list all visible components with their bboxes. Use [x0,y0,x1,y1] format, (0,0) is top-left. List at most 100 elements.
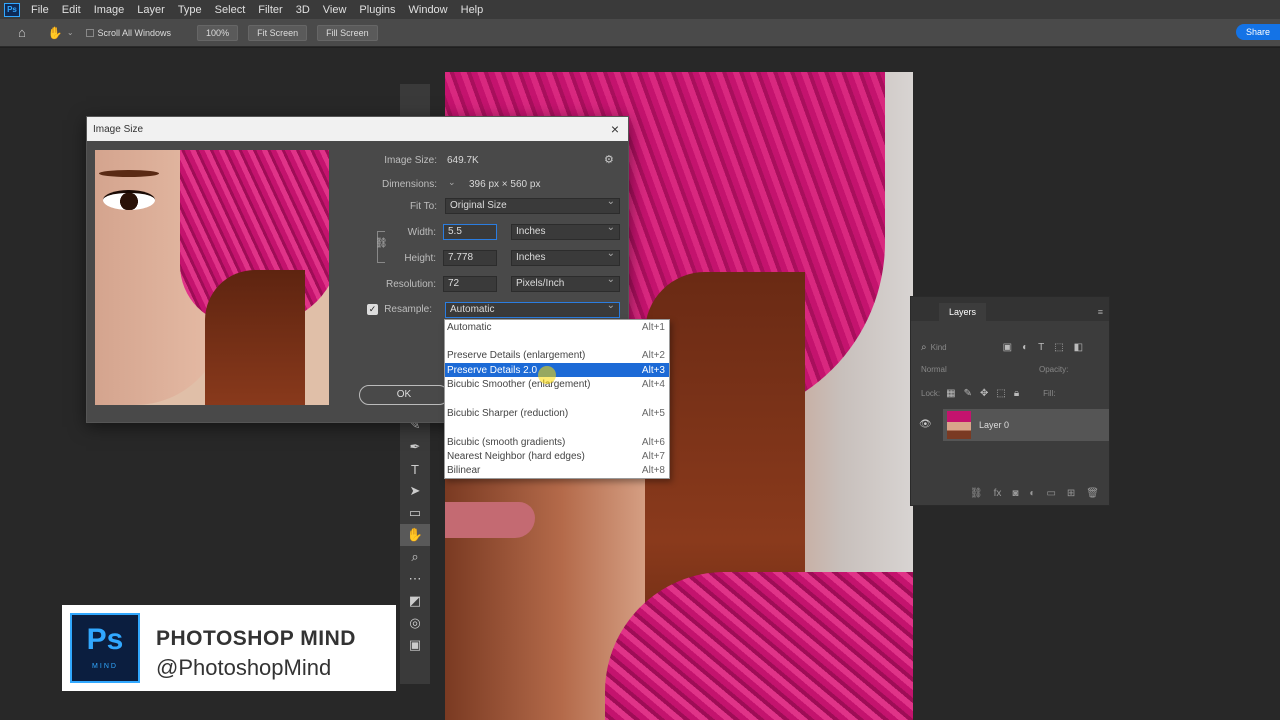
lock-transparent-icon[interactable]: ▦ [946,388,955,399]
ok-button[interactable]: OK [359,385,449,405]
lock-artboard-icon[interactable]: ⬚ [996,388,1005,399]
option-shortcut: Alt+7 [641,450,665,462]
layer-thumbnail [947,411,971,439]
preview-brow-shape [99,170,159,177]
scroll-all-windows-label: Scroll All Windows [97,27,172,38]
opacity-label: Opacity: [1039,364,1069,374]
option-label: Automatic [447,321,492,333]
option-shortcut: Alt+2 [641,349,665,361]
dimensions-chevron-icon[interactable]: ⌄ [448,177,456,188]
filter-type-icon[interactable]: T [1038,342,1044,353]
canvas-lips-shape [445,502,535,538]
resolution-input[interactable]: 72 [443,276,497,292]
layers-panel: Layers ≡ ⌕ Kind ▣ ◐ T ⬚ ◧ Normal Opacity… [910,296,1110,506]
resample-option-nearest-neighbor[interactable]: Nearest Neighbor (hard edges) Alt+7 [445,449,669,463]
rectangle-tool-icon[interactable]: ▭ [400,502,430,524]
option-label: Preserve Details 2.0 [447,364,538,376]
filter-shape-icon[interactable]: ⬚ [1054,342,1063,353]
width-input[interactable]: 5.5 [443,224,497,240]
more-tools-icon[interactable]: ⋯ [400,568,430,590]
dimensions-label: Dimensions: [381,179,437,190]
link-icon[interactable]: ⛓ [375,238,388,249]
resample-option-bilinear[interactable]: Bilinear Alt+8 [445,463,669,477]
resample-label: Resample: [384,304,432,315]
brand-watermark: Ps MIND PHOTOSHOP MIND @PhotoshopMind [62,605,396,691]
menu-type[interactable]: Type [173,4,210,16]
resample-option-preserve-details[interactable]: Preserve Details (enlargement) Alt+2 [445,348,669,362]
new-group-icon[interactable]: ▭ [1046,488,1055,499]
color-swatches-icon[interactable]: ◩ [400,590,430,612]
resample-option-bicubic-sharper[interactable]: Bicubic Sharper (reduction) Alt+5 [445,406,669,420]
height-unit-select[interactable]: Inches [511,248,620,266]
resample-select[interactable]: Automatic [445,300,620,318]
gear-icon[interactable]: ⚙ [604,153,614,166]
menu-file[interactable]: File [26,4,57,16]
fit-to-select[interactable]: Original Size [445,196,620,214]
option-label: Bicubic Sharper (reduction) [447,407,569,419]
width-unit-select[interactable]: Inches [511,222,620,240]
photoshop-logo-icon[interactable]: Ps [4,2,20,17]
close-icon[interactable]: × [602,121,628,137]
image-preview[interactable] [95,150,329,405]
brand-logo-subtext: MIND [92,663,118,670]
height-input[interactable]: 7.778 [443,250,497,266]
menu-3d[interactable]: 3D [291,4,318,16]
fx-icon[interactable]: fx [994,488,1002,499]
blend-mode-select[interactable]: Normal [921,365,1011,374]
screen-mode-icon[interactable]: ▣ [400,634,430,656]
type-tool-icon[interactable]: T [400,458,430,480]
brand-handle: @PhotoshopMind [156,655,332,680]
lock-all-icon[interactable]: 🔒︎ [1014,388,1019,399]
menu-image[interactable]: Image [89,4,133,16]
fit-screen-button[interactable]: Fit Screen [248,24,308,41]
fit-to-label: Fit To: [409,201,437,212]
menu-help[interactable]: Help [456,4,492,16]
resample-option-bicubic-smoother[interactable]: Bicubic Smoother (enlargement) Alt+4 [445,377,669,391]
menu-view[interactable]: View [318,4,355,16]
menu-filter[interactable]: Filter [253,4,290,16]
pen-tool-icon[interactable]: ✒ [400,436,430,458]
path-selection-tool-icon[interactable]: ➤ [400,480,430,502]
visibility-eye-icon[interactable]: 👁︎ [919,419,932,430]
quick-mask-icon[interactable]: ◎ [400,612,430,634]
image-size-value: 649.7K [447,155,479,166]
menu-plugins[interactable]: Plugins [354,4,403,16]
new-layer-icon[interactable]: ⊞ [1067,488,1075,499]
filter-smart-object-icon[interactable]: ◧ [1074,342,1083,353]
link-layers-icon[interactable]: ⛓ [970,488,983,499]
zoom-tool-icon[interactable]: ⌕ [400,546,430,568]
fill-screen-button[interactable]: Fill Screen [317,24,378,41]
scroll-all-windows-checkbox[interactable] [85,28,94,37]
layer-name: Layer 0 [979,420,1010,430]
layer-kind-filter[interactable]: Kind [931,343,991,352]
resample-option-bicubic[interactable]: Bicubic (smooth gradients) Alt+6 [445,435,669,449]
menu-edit[interactable]: Edit [57,4,89,16]
hand-tool-icon[interactable]: ✋ [48,26,63,40]
option-label: Nearest Neighbor (hard edges) [447,450,585,462]
option-shortcut: Alt+5 [641,407,665,419]
resample-option-preserve-details-2[interactable]: Preserve Details 2.0 Alt+3 [445,363,669,377]
share-button[interactable]: Share [1235,24,1280,40]
menu-layer[interactable]: Layer [132,4,173,16]
add-mask-icon[interactable]: ◙ [1012,488,1018,499]
option-shortcut: Alt+1 [641,321,665,333]
delete-layer-icon[interactable]: 🗑︎ [1086,488,1099,499]
preview-eye-shape [103,190,155,210]
menu-select[interactable]: Select [210,4,254,16]
home-icon[interactable]: ⌂ [18,25,26,40]
zoom-100-button[interactable]: 100% [197,24,239,41]
filter-adjustment-icon[interactable]: ◐ [1022,342,1028,353]
panel-menu-icon[interactable]: ≡ [1098,307,1103,317]
adjustment-layer-icon[interactable]: ◐ [1029,488,1035,499]
filter-pixel-icon[interactable]: ▣ [1003,342,1012,353]
tab-layers[interactable]: Layers [939,303,987,321]
lock-brush-icon[interactable]: ✎ [964,388,972,399]
hand-tool-icon[interactable]: ✋ [400,524,430,546]
layer-row[interactable]: Layer 0 [943,409,1109,441]
lock-move-icon[interactable]: ✥ [980,388,988,399]
tool-preset-chevron-icon[interactable]: ⌄ [67,28,74,37]
resample-option-automatic[interactable]: Automatic Alt+1 [445,320,669,334]
option-shortcut: Alt+4 [641,378,665,390]
resolution-unit-select[interactable]: Pixels/Inch [511,274,620,292]
menu-window[interactable]: Window [404,4,456,16]
